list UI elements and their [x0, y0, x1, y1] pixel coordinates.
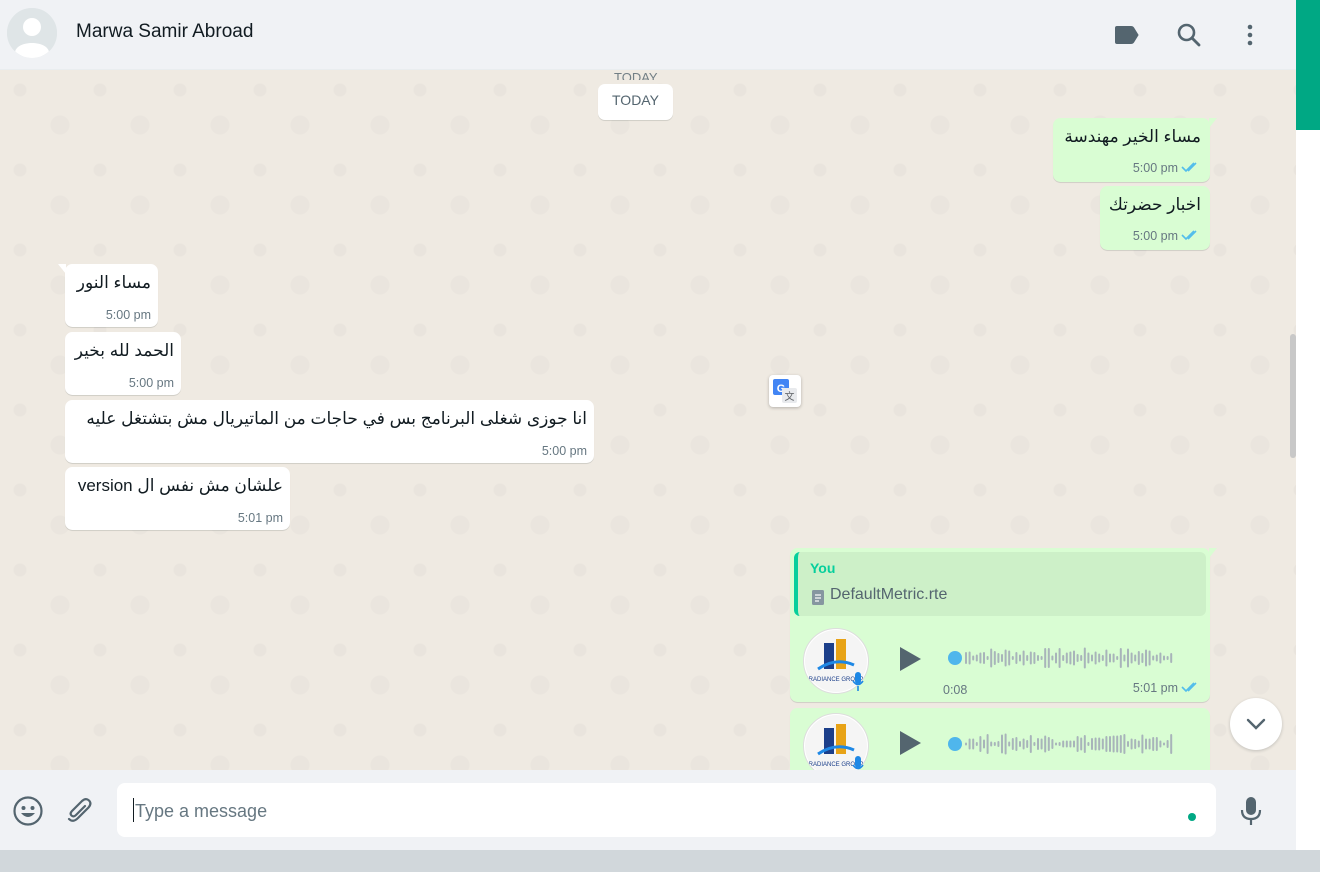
- message-text: مساء الخير مهندسة: [1064, 127, 1201, 146]
- message-time: 5:01 pm: [237, 511, 283, 525]
- mic-icon[interactable]: [1234, 794, 1268, 828]
- default-avatar-icon: [7, 8, 57, 58]
- whatsapp-window: Marwa Samir Abroad TODAY TODAY مساء الخي…: [0, 0, 1296, 850]
- date-separator: TODAY: [598, 84, 673, 120]
- label-icon[interactable]: [1110, 19, 1142, 51]
- mic-badge-icon: [852, 672, 864, 691]
- message-bubble-incoming[interactable]: انا جوزى شغلى البرنامج بس في حاجات من ال…: [65, 400, 594, 463]
- message-time: 5:01 pm: [1132, 681, 1178, 695]
- quote-author: You: [810, 560, 836, 576]
- compose-bar: [0, 770, 1296, 850]
- message-text: الحمد لله بخير: [74, 341, 174, 360]
- progress-knob[interactable]: [948, 737, 962, 751]
- document-icon: [812, 590, 824, 605]
- message-time: 5:00 pm: [105, 308, 151, 322]
- chevron-down-icon: [1246, 718, 1266, 730]
- message-text: مساء النور: [76, 273, 151, 292]
- play-icon[interactable]: [894, 728, 924, 758]
- message-text: اخبار حضرتك: [1108, 195, 1201, 214]
- read-ticks-icon: [1181, 682, 1197, 693]
- progress-knob[interactable]: [948, 651, 962, 665]
- audio-waveform[interactable]: [945, 729, 1185, 759]
- chat-header: Marwa Samir Abroad: [0, 0, 1296, 70]
- voice-message-reply[interactable]: You DefaultMetric.rte RADIANCE GROUP 0:0…: [790, 548, 1217, 702]
- date-separator-ghost: TODAY: [614, 70, 658, 80]
- audio-waveform[interactable]: [945, 643, 1185, 673]
- text-caret: [133, 798, 134, 822]
- message-time: 5:00 pm: [128, 376, 174, 390]
- mic-badge-icon: [852, 756, 864, 770]
- read-ticks-icon: [1181, 162, 1197, 173]
- message-bubble-incoming[interactable]: مساء النور 5:00 pm: [58, 264, 158, 327]
- message-text: علشان مش نفس ال version: [77, 476, 283, 495]
- contact-avatar[interactable]: [7, 8, 57, 58]
- voice-message[interactable]: RADIANCE GROUP: [790, 708, 1210, 770]
- quoted-message[interactable]: You DefaultMetric.rte: [794, 552, 1206, 616]
- translate-icon[interactable]: G文: [769, 375, 801, 407]
- message-input-container[interactable]: [117, 783, 1216, 837]
- scroll-to-bottom-button[interactable]: [1230, 698, 1282, 750]
- search-icon[interactable]: [1173, 19, 1205, 51]
- message-bubble-incoming[interactable]: الحمد لله بخير 5:00 pm: [65, 332, 181, 395]
- contact-name[interactable]: Marwa Samir Abroad: [76, 21, 253, 43]
- message-list[interactable]: TODAY TODAY مساء الخير مهندسة 5:00 pm اخ…: [0, 70, 1296, 770]
- play-icon[interactable]: [894, 644, 924, 674]
- svg-text:文: 文: [785, 390, 795, 403]
- message-input[interactable]: [133, 797, 1137, 825]
- message-time: 5:00 pm: [541, 444, 587, 458]
- emoji-icon[interactable]: [11, 794, 45, 828]
- message-time: 5:00 pm: [1132, 161, 1178, 175]
- page-scrollbar-thumb[interactable]: [1296, 0, 1320, 130]
- attach-icon[interactable]: [62, 794, 96, 828]
- voice-duration: 0:08: [943, 683, 968, 697]
- message-text: انا جوزى شغلى البرنامج بس في حاجات من ال…: [86, 409, 587, 428]
- message-bubble-outgoing[interactable]: مساء الخير مهندسة 5:00 pm: [1053, 118, 1217, 182]
- status-dot: [1188, 813, 1196, 821]
- read-ticks-icon: [1181, 230, 1197, 241]
- menu-icon[interactable]: [1234, 19, 1266, 51]
- message-bubble-incoming[interactable]: علشان مش نفس ال version 5:01 pm: [65, 467, 290, 530]
- quote-file-name: DefaultMetric.rte: [830, 586, 948, 603]
- message-bubble-outgoing[interactable]: اخبار حضرتك 5:00 pm: [1100, 186, 1210, 250]
- page-scrollbar[interactable]: [1296, 0, 1320, 850]
- message-time: 5:00 pm: [1132, 229, 1178, 243]
